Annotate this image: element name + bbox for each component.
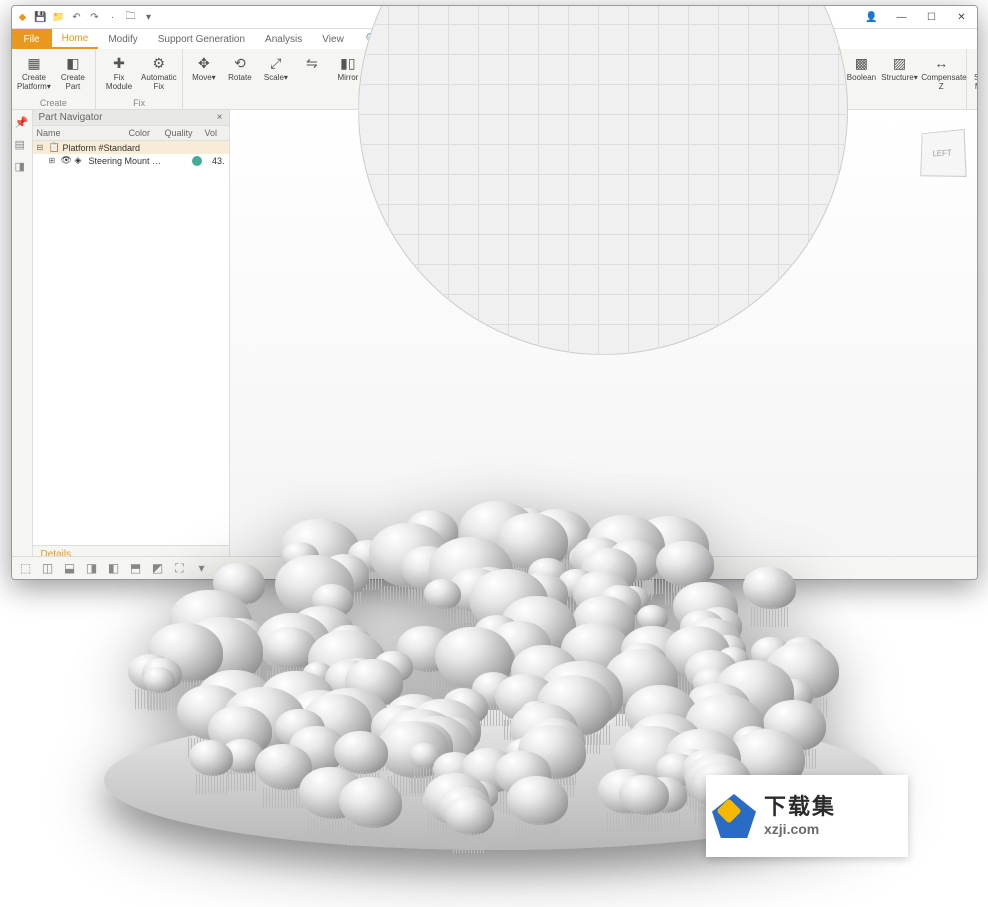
dropdown-icon[interactable]: ▾ — [142, 10, 156, 24]
navigator-columns: Name Color Quality Vol — [33, 126, 229, 141]
ribbon-createplatform[interactable]: ▦Create Platform▾ — [16, 51, 53, 94]
ribbon-automaticfix[interactable]: ⚙Automatic Fix — [140, 51, 178, 94]
redo-icon[interactable]: ↷ — [88, 10, 102, 24]
tab-view[interactable]: View — [312, 29, 354, 49]
file-menu[interactable]: File — [12, 29, 52, 49]
left-rail: 📌 ▤ ◨ — [12, 110, 33, 580]
undo-icon[interactable]: ↶ — [70, 10, 84, 24]
tack-icon[interactable]: 📌 — [15, 116, 29, 130]
col-color[interactable]: Color — [125, 126, 161, 140]
divider: · — [106, 10, 120, 24]
watermark-logo-icon — [712, 794, 756, 838]
close-button[interactable]: ✕ — [947, 6, 977, 28]
expand-icon[interactable]: ⊞ — [49, 156, 58, 165]
col-name[interactable]: Name — [33, 126, 125, 140]
view-cube2-icon[interactable]: ◫ — [40, 560, 56, 576]
ribbon-scale[interactable]: ⤢Scale▾ — [259, 51, 293, 85]
panel-icon[interactable]: ▤ — [15, 138, 29, 152]
part-name: Steering Mount v1_s... — [89, 156, 162, 166]
quick-access-toolbar: ◆ 💾 📁 ↶ ↷ · 🗀 ▾ — [12, 10, 160, 24]
open-icon[interactable]: 📁 — [52, 10, 66, 24]
ribbon-structure[interactable]: ▨Structure▾ — [880, 51, 918, 85]
quality-indicator — [192, 156, 202, 166]
ribbon-supportmodule[interactable]: ⊥Support Module — [971, 51, 978, 94]
col-quality[interactable]: Quality — [161, 126, 201, 140]
maximize-button[interactable]: ☐ — [917, 6, 947, 28]
tree-part-row[interactable]: ⊞ 👁 ◈ Steering Mount v1_s... 43. — [33, 154, 229, 167]
app-icon: ◆ — [16, 10, 30, 24]
tree-platform-row[interactable]: ⊟ 📋 Platform #Standard — [33, 141, 229, 154]
col-vol[interactable]: Vol — [201, 126, 229, 140]
ribbon-createpart[interactable]: ◧Create Part — [54, 51, 91, 94]
ribbon-compensatez[interactable]: ↔Compensate Z — [921, 51, 962, 94]
watermark: 下载集 xzji.com — [706, 775, 908, 857]
watermark-url: xzji.com — [764, 821, 836, 838]
render-parts — [124, 400, 864, 780]
view-cube[interactable]: LEFT — [920, 129, 966, 177]
tab-analysis[interactable]: Analysis — [255, 29, 312, 49]
view-cube3-icon[interactable]: ⬓ — [62, 560, 78, 576]
ribbon-boolean[interactable]: ▩Boolean — [844, 51, 878, 85]
visibility-icon[interactable]: 👁 — [61, 155, 72, 166]
minimize-button[interactable]: — — [887, 6, 917, 28]
ribbon-rotate[interactable]: ⟲Rotate — [223, 51, 257, 85]
navigator-title: Part Navigator — [39, 112, 103, 123]
user-icon[interactable]: 👤 — [857, 6, 887, 28]
folder-icon[interactable]: 🗀 — [124, 10, 138, 24]
save-icon[interactable]: 💾 — [34, 10, 48, 24]
watermark-text: 下载集 — [764, 794, 836, 820]
platform-icon: 📋 — [49, 142, 60, 153]
part-icon: ◈ — [75, 155, 86, 166]
tab-modify[interactable]: Modify — [98, 29, 147, 49]
navigator-close-icon[interactable]: × — [217, 112, 223, 123]
build-platform — [358, 110, 848, 355]
part-vol: 43. — [205, 156, 225, 166]
ribbon-move[interactable]: ✥Move▾ — [187, 51, 221, 85]
ribbon-[interactable]: ⇋ — [295, 51, 329, 76]
view-cube1-icon[interactable]: ⬚ — [18, 560, 34, 576]
tab-support-gen[interactable]: Support Generation — [148, 29, 255, 49]
tab-home[interactable]: Home — [52, 29, 99, 49]
navigator-header: Part Navigator × — [33, 110, 229, 126]
platform-name: Platform #Standard — [63, 143, 225, 153]
ribbon-fixmodule[interactable]: ✚Fix Module — [100, 51, 137, 94]
panel2-icon[interactable]: ◨ — [15, 160, 29, 174]
expand-icon[interactable]: ⊟ — [37, 143, 46, 152]
